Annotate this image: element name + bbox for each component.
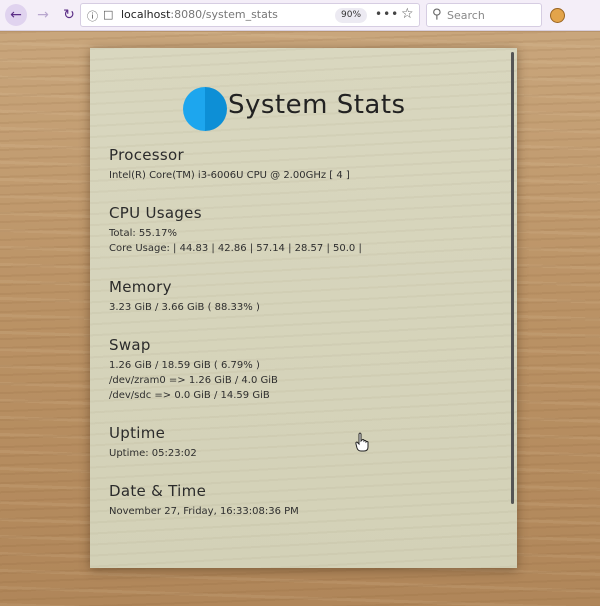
scrollbar[interactable] [511,52,514,504]
processor-line: Intel(R) Core(TM) i3-6006U CPU @ 2.00GHz… [109,170,350,181]
arrow-left-icon: ← [10,7,22,23]
extension-icon [549,7,565,23]
search-icon: ⚲ [432,7,442,22]
url-host: localhost [121,8,171,21]
hand-cursor-icon [355,432,369,452]
datetime-line: November 27, Friday, 16:33:08:36 PM [109,506,299,517]
page-icon: □ [103,8,114,21]
browser-toolbar: ← → ↻ ⓘ □ localhost:8080/system_stats 90… [0,0,600,31]
bookmark-star-icon[interactable]: ☆ [401,6,414,22]
swap-total: 1.26 GiB / 18.59 GiB ( 6.79% ) [109,360,260,371]
back-button[interactable]: ← [5,4,27,26]
address-bar[interactable]: ⓘ □ localhost:8080/system_stats 90% ••• … [80,3,420,27]
datetime-heading: Date & Time [109,482,207,500]
logo-icon [183,87,227,131]
search-bar[interactable]: ⚲ Search [426,3,542,27]
search-input[interactable]: Search [447,9,485,22]
uptime-heading: Uptime [109,424,166,442]
swap-heading: Swap [109,336,151,354]
extension-button[interactable] [546,4,568,26]
cpu-total: Total: 55.17% [109,228,178,239]
page-title: System Stats [228,90,406,120]
cpu-heading: CPU Usages [109,204,202,222]
reload-icon: ↻ [63,7,75,23]
zoom-badge[interactable]: 90% [335,8,368,23]
forward-button[interactable]: → [32,4,54,26]
uptime-line: Uptime: 05:23:02 [109,448,197,459]
url-path: :8080/system_stats [170,8,278,21]
cpu-core-usage: Core Usage: | 44.83 | 42.86 | 57.14 | 28… [109,243,362,254]
info-icon[interactable]: ⓘ [87,8,98,24]
memory-line: 3.23 GiB / 3.66 GiB ( 88.33% ) [109,302,260,313]
url-text[interactable]: localhost:8080/system_stats [121,8,278,21]
arrow-right-icon: → [37,7,49,23]
page-actions-button[interactable]: ••• [375,7,399,21]
reload-button[interactable]: ↻ [58,4,80,26]
memory-heading: Memory [109,278,172,296]
processor-heading: Processor [109,146,184,164]
swap-sdc: /dev/sdc => 0.0 GiB / 14.59 GiB [109,390,270,401]
swap-zram: /dev/zram0 => 1.26 GiB / 4.0 GiB [109,375,278,386]
